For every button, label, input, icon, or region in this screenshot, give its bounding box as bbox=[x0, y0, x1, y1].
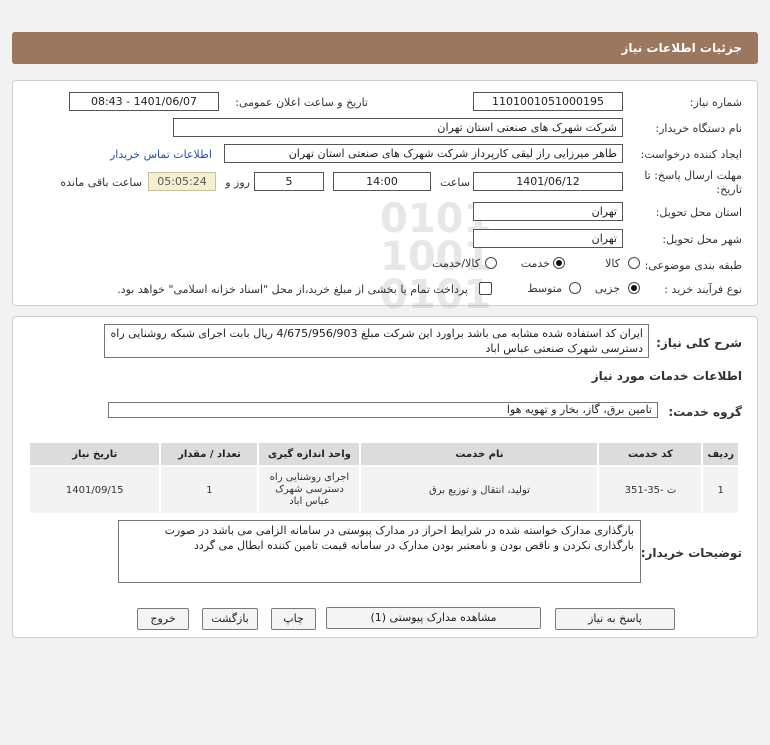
remaining-time-field: 05:05:24 bbox=[148, 172, 216, 191]
service-group-field: تامین برق، گاز، بخار و تهویه هوا bbox=[108, 402, 658, 418]
col-service-name: نام خدمت bbox=[359, 441, 600, 467]
buyer-org-label: نام دستگاه خریدار: bbox=[655, 122, 742, 135]
category-service-label: خدمت bbox=[520, 257, 550, 270]
purchase-radio-minor[interactable] bbox=[628, 282, 640, 294]
treasury-payment-checkbox[interactable] bbox=[479, 282, 492, 295]
col-row-number: ردیف bbox=[701, 441, 740, 467]
col-need-date: تاریخ نیاز bbox=[27, 441, 162, 467]
category-radio-goods[interactable] bbox=[628, 257, 640, 269]
table-row: 1 ت -35-351 تولید، انتقال و توزیع برق اج… bbox=[27, 465, 740, 515]
treasury-payment-note: پرداخت تمام یا بخشی از مبلغ خرید،از محل … bbox=[117, 283, 468, 296]
deadline-time-field: 14:00 bbox=[333, 172, 431, 191]
cell-need-date: 1401/09/15 bbox=[27, 465, 162, 515]
col-quantity: تعداد / مقدار bbox=[159, 441, 260, 467]
city-field: تهران bbox=[473, 229, 623, 248]
summary-text: ایران کد استفاده شده مشابه می باشد براور… bbox=[104, 324, 649, 358]
buyer-org-field: شرکت شهرک های صنعتی استان تهران bbox=[173, 118, 623, 137]
creator-label: ایجاد کننده درخواست: bbox=[640, 148, 742, 161]
service-group-label: گروه خدمت: bbox=[668, 405, 742, 419]
category-goods-service-label: کالا/خدمت bbox=[432, 257, 480, 270]
province-field: تهران bbox=[473, 202, 623, 221]
services-table: ردیف کد خدمت نام خدمت واحد اندازه گیری ت… bbox=[27, 441, 740, 515]
province-label: استان محل تحویل: bbox=[655, 206, 742, 219]
page-title: جزئیات اطلاعات نیاز bbox=[12, 32, 758, 64]
deadline-label: مهلت ارسال پاسخ: تا bbox=[644, 169, 742, 182]
deadline-label-date: تاریخ: bbox=[716, 183, 742, 196]
need-number-label: شماره نیاز: bbox=[689, 96, 742, 109]
creator-field: طاهر میرزایی راز لیقی کارپرداز شرکت شهرک… bbox=[224, 144, 623, 163]
announce-field: 1401/06/07 - 08:43 bbox=[69, 92, 219, 111]
cell-row-number: 1 bbox=[701, 465, 740, 515]
deadline-date-field: 1401/06/12 bbox=[473, 172, 623, 191]
cell-service-name: تولید، انتقال و توزیع برق bbox=[359, 465, 600, 515]
services-title: اطلاعات خدمات مورد نیاز bbox=[591, 369, 742, 383]
cell-unit: اجرای روشنایی راه دسترسی شهرک عباس اباد bbox=[257, 465, 362, 515]
city-label: شهر محل تحویل: bbox=[662, 233, 742, 246]
purchase-minor-label: جزیی bbox=[594, 282, 620, 295]
col-unit: واحد اندازه گیری bbox=[257, 441, 362, 467]
announce-label: تاریخ و ساعت اعلان عمومی: bbox=[235, 96, 368, 109]
table-header-row: ردیف کد خدمت نام خدمت واحد اندازه گیری ت… bbox=[27, 441, 740, 467]
purchase-medium-label: متوسط bbox=[527, 282, 562, 295]
days-field: 5 bbox=[254, 172, 324, 191]
col-service-code: کد خدمت bbox=[597, 441, 704, 467]
category-goods-label: کالا bbox=[605, 257, 620, 270]
buyer-notes-text: بارگذاری مدارک خواسته شده در شرایط احراز… bbox=[118, 520, 641, 583]
cell-quantity: 1 bbox=[159, 465, 260, 515]
category-label: طبقه بندی موضوعی: bbox=[644, 259, 742, 272]
reply-button[interactable]: پاسخ به نیاز bbox=[555, 608, 675, 630]
need-number-field: 1101001051000195 bbox=[473, 92, 623, 111]
purchase-radio-medium[interactable] bbox=[569, 282, 581, 294]
buyer-notes-label: توضیحات خریدار: bbox=[640, 546, 742, 560]
exit-button[interactable]: خروج bbox=[137, 608, 189, 630]
purchase-type-label: نوع فرآیند خرید : bbox=[664, 283, 742, 296]
time-label: ساعت bbox=[440, 176, 470, 189]
category-radio-service[interactable] bbox=[553, 257, 565, 269]
summary-label: شرح کلی نیاز: bbox=[656, 336, 742, 350]
back-button[interactable]: بازگشت bbox=[202, 608, 258, 630]
need-info-panel bbox=[12, 80, 758, 306]
contact-buyer-link[interactable]: اطلاعات تماس خریدار bbox=[110, 148, 212, 161]
view-attachments-button[interactable]: مشاهده مدارک پیوستی (1) bbox=[326, 607, 541, 629]
print-button[interactable]: چاپ bbox=[271, 608, 316, 630]
remaining-label: ساعت باقی مانده bbox=[60, 176, 142, 189]
category-radio-goods-service[interactable] bbox=[485, 257, 497, 269]
cell-service-code: ت -35-351 bbox=[597, 465, 704, 515]
days-label: روز و bbox=[225, 176, 250, 189]
